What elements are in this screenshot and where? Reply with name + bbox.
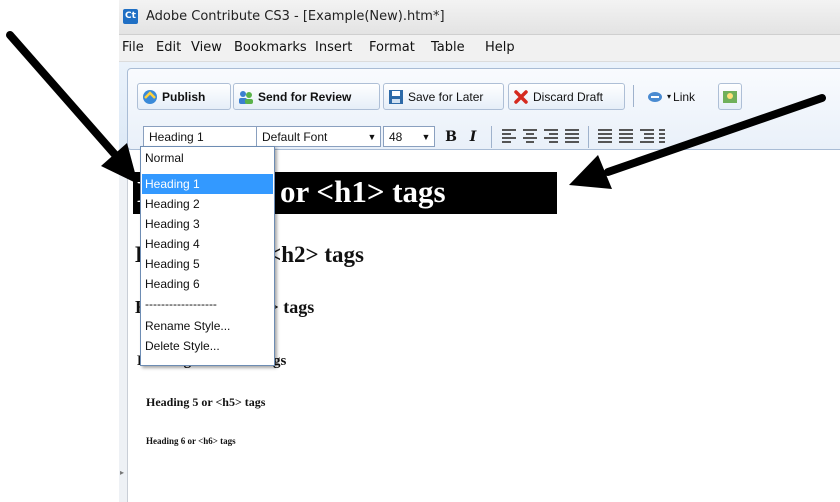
annotation-arrows xyxy=(6,31,826,189)
left-annotation-arrow xyxy=(6,31,138,184)
right-annotation-arrow xyxy=(569,94,826,189)
